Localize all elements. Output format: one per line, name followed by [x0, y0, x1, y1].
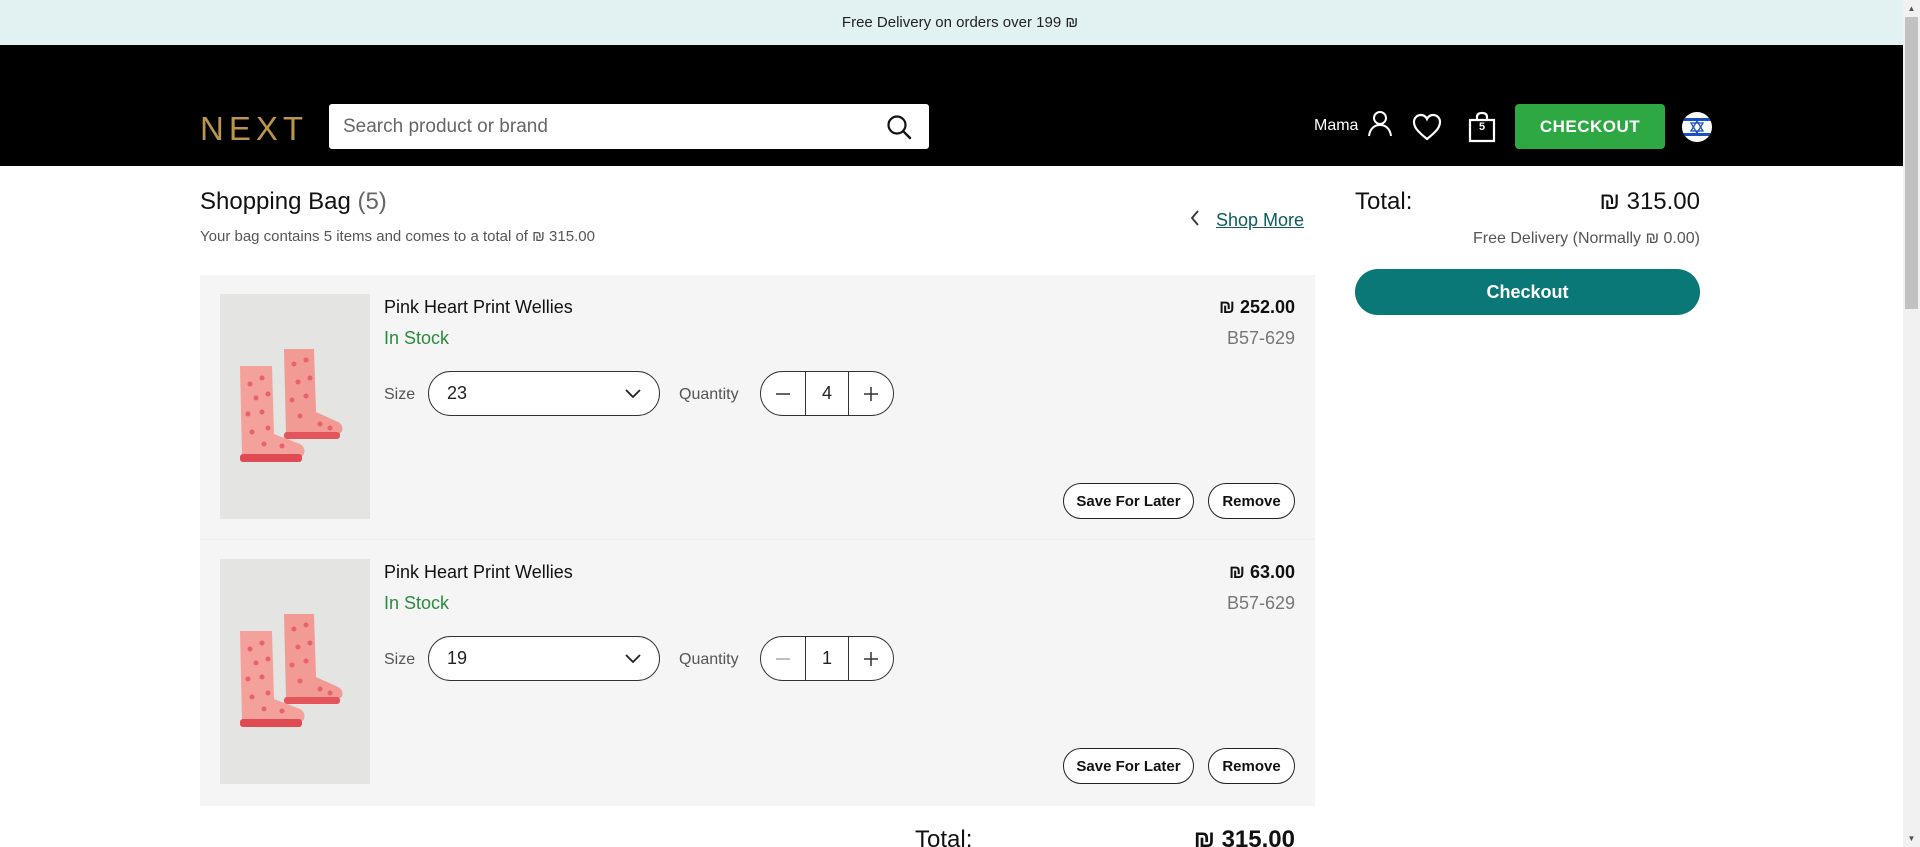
bag-count-badge: 5	[1478, 121, 1486, 133]
quantity-stepper: 1	[760, 636, 894, 681]
heart-icon[interactable]	[1411, 111, 1443, 143]
size-value: 23	[447, 383, 468, 403]
search-icon[interactable]	[883, 111, 915, 143]
scroll-thumb[interactable]	[1905, 17, 1918, 309]
search-input[interactable]	[343, 115, 883, 138]
bag-item-count: (5)	[357, 188, 387, 215]
nav-item-women[interactable]: WOMEN	[602, 173, 676, 194]
page-scrollbar[interactable]: ▲ ▼	[1903, 0, 1920, 847]
bottom-total-label: Total:	[915, 826, 973, 847]
chevron-down-icon	[625, 648, 641, 669]
nav-item-boys[interactable]: BOYS	[403, 173, 456, 194]
product-sku: B57-629	[1226, 328, 1295, 348]
quantity-value[interactable]: 4	[805, 372, 849, 415]
product-sku: B57-629	[1226, 593, 1295, 613]
bottom-total-amount: ₪ 315.00	[1193, 826, 1295, 847]
product-price: ₪ 63.00	[1229, 562, 1295, 582]
quantity-stepper: 4	[760, 371, 894, 416]
bag-items-list: Pink Heart Print Wellies In Stock ₪ 252.…	[200, 275, 1315, 806]
promo-banner: Free Delivery on orders over 199 ₪	[0, 0, 1920, 45]
quantity-label: Quantity	[679, 386, 739, 403]
remove-button[interactable]: Remove	[1208, 748, 1295, 784]
stock-status: In Stock	[384, 328, 450, 348]
page-title: Shopping Bag (5)	[200, 188, 387, 216]
summary-total-amount: ₪ 315.00	[1599, 188, 1700, 215]
shopping-bag-icon[interactable]: 5	[1466, 111, 1498, 143]
minus-icon[interactable]	[761, 372, 805, 415]
promo-text: Free Delivery on orders over 199 ₪	[841, 14, 1079, 31]
size-dropdown[interactable]: 23	[428, 371, 660, 416]
bag-bottom-total: Total: ₪ 315.00	[915, 826, 1295, 847]
plus-icon[interactable]	[849, 637, 893, 680]
nav-item-shoes[interactable]: SHOES	[1207, 173, 1273, 194]
stock-status: In Stock	[384, 593, 450, 613]
user-icon	[1366, 109, 1394, 142]
quantity-label: Quantity	[679, 651, 739, 668]
search-bar	[329, 104, 929, 149]
product-image[interactable]	[220, 294, 370, 519]
next-logo[interactable]: NEXT	[200, 110, 308, 148]
chevron-left-icon	[1190, 210, 1200, 231]
quantity-value[interactable]: 1	[805, 637, 849, 680]
bag-item: Pink Heart Print Wellies In Stock ₪ 252.…	[200, 275, 1315, 540]
size-label: Size	[384, 651, 416, 668]
nav-item-men[interactable]: MEN	[1020, 173, 1062, 194]
summary-total-label: Total:	[1355, 188, 1413, 215]
scroll-up-icon[interactable]: ▲	[1903, 0, 1920, 17]
save-for-later-button[interactable]: Save For Later	[1063, 483, 1194, 519]
save-for-later-button[interactable]: Save For Later	[1063, 748, 1194, 784]
bag-summary-text: Your bag contains 5 items and comes to a…	[200, 228, 595, 245]
nav-item-baby[interactable]: BABY	[821, 173, 874, 194]
product-name[interactable]: Pink Heart Print Wellies	[384, 297, 573, 318]
account-name: Mama	[1314, 116, 1359, 134]
product-image[interactable]	[220, 559, 370, 784]
plus-icon[interactable]	[849, 372, 893, 415]
product-name[interactable]: Pink Heart Print Wellies	[384, 562, 573, 583]
size-label: Size	[384, 386, 416, 403]
chevron-down-icon	[625, 383, 641, 404]
shop-more-label: Shop More	[1216, 210, 1305, 230]
minus-icon[interactable]	[761, 637, 805, 680]
size-dropdown[interactable]: 19	[428, 636, 660, 681]
bag-item: Pink Heart Print Wellies In Stock ₪ 63.0…	[200, 540, 1315, 806]
delivery-note: Free Delivery (Normally ₪ 0.00)	[1473, 230, 1700, 247]
order-summary: Total: ₪ 315.00 Free Delivery (Normally …	[1355, 188, 1700, 315]
product-price: ₪ 252.00	[1219, 297, 1295, 317]
scroll-down-icon[interactable]: ▼	[1903, 830, 1920, 847]
checkout-button[interactable]: Checkout	[1355, 269, 1700, 315]
israel-flag-icon[interactable]	[1682, 112, 1712, 142]
remove-button[interactable]: Remove	[1208, 483, 1295, 519]
shop-more-link[interactable]: Shop More	[1190, 210, 1304, 231]
header-checkout-button[interactable]: CHECKOUT	[1515, 104, 1665, 149]
site-header: NEXT Mama 5 CHECKOUT GIRLS BOYS WOMEN BA…	[0, 45, 1920, 193]
size-value: 19	[447, 648, 468, 668]
page-title-text: Shopping Bag	[200, 188, 351, 215]
account-link[interactable]: Mama	[1314, 109, 1394, 142]
